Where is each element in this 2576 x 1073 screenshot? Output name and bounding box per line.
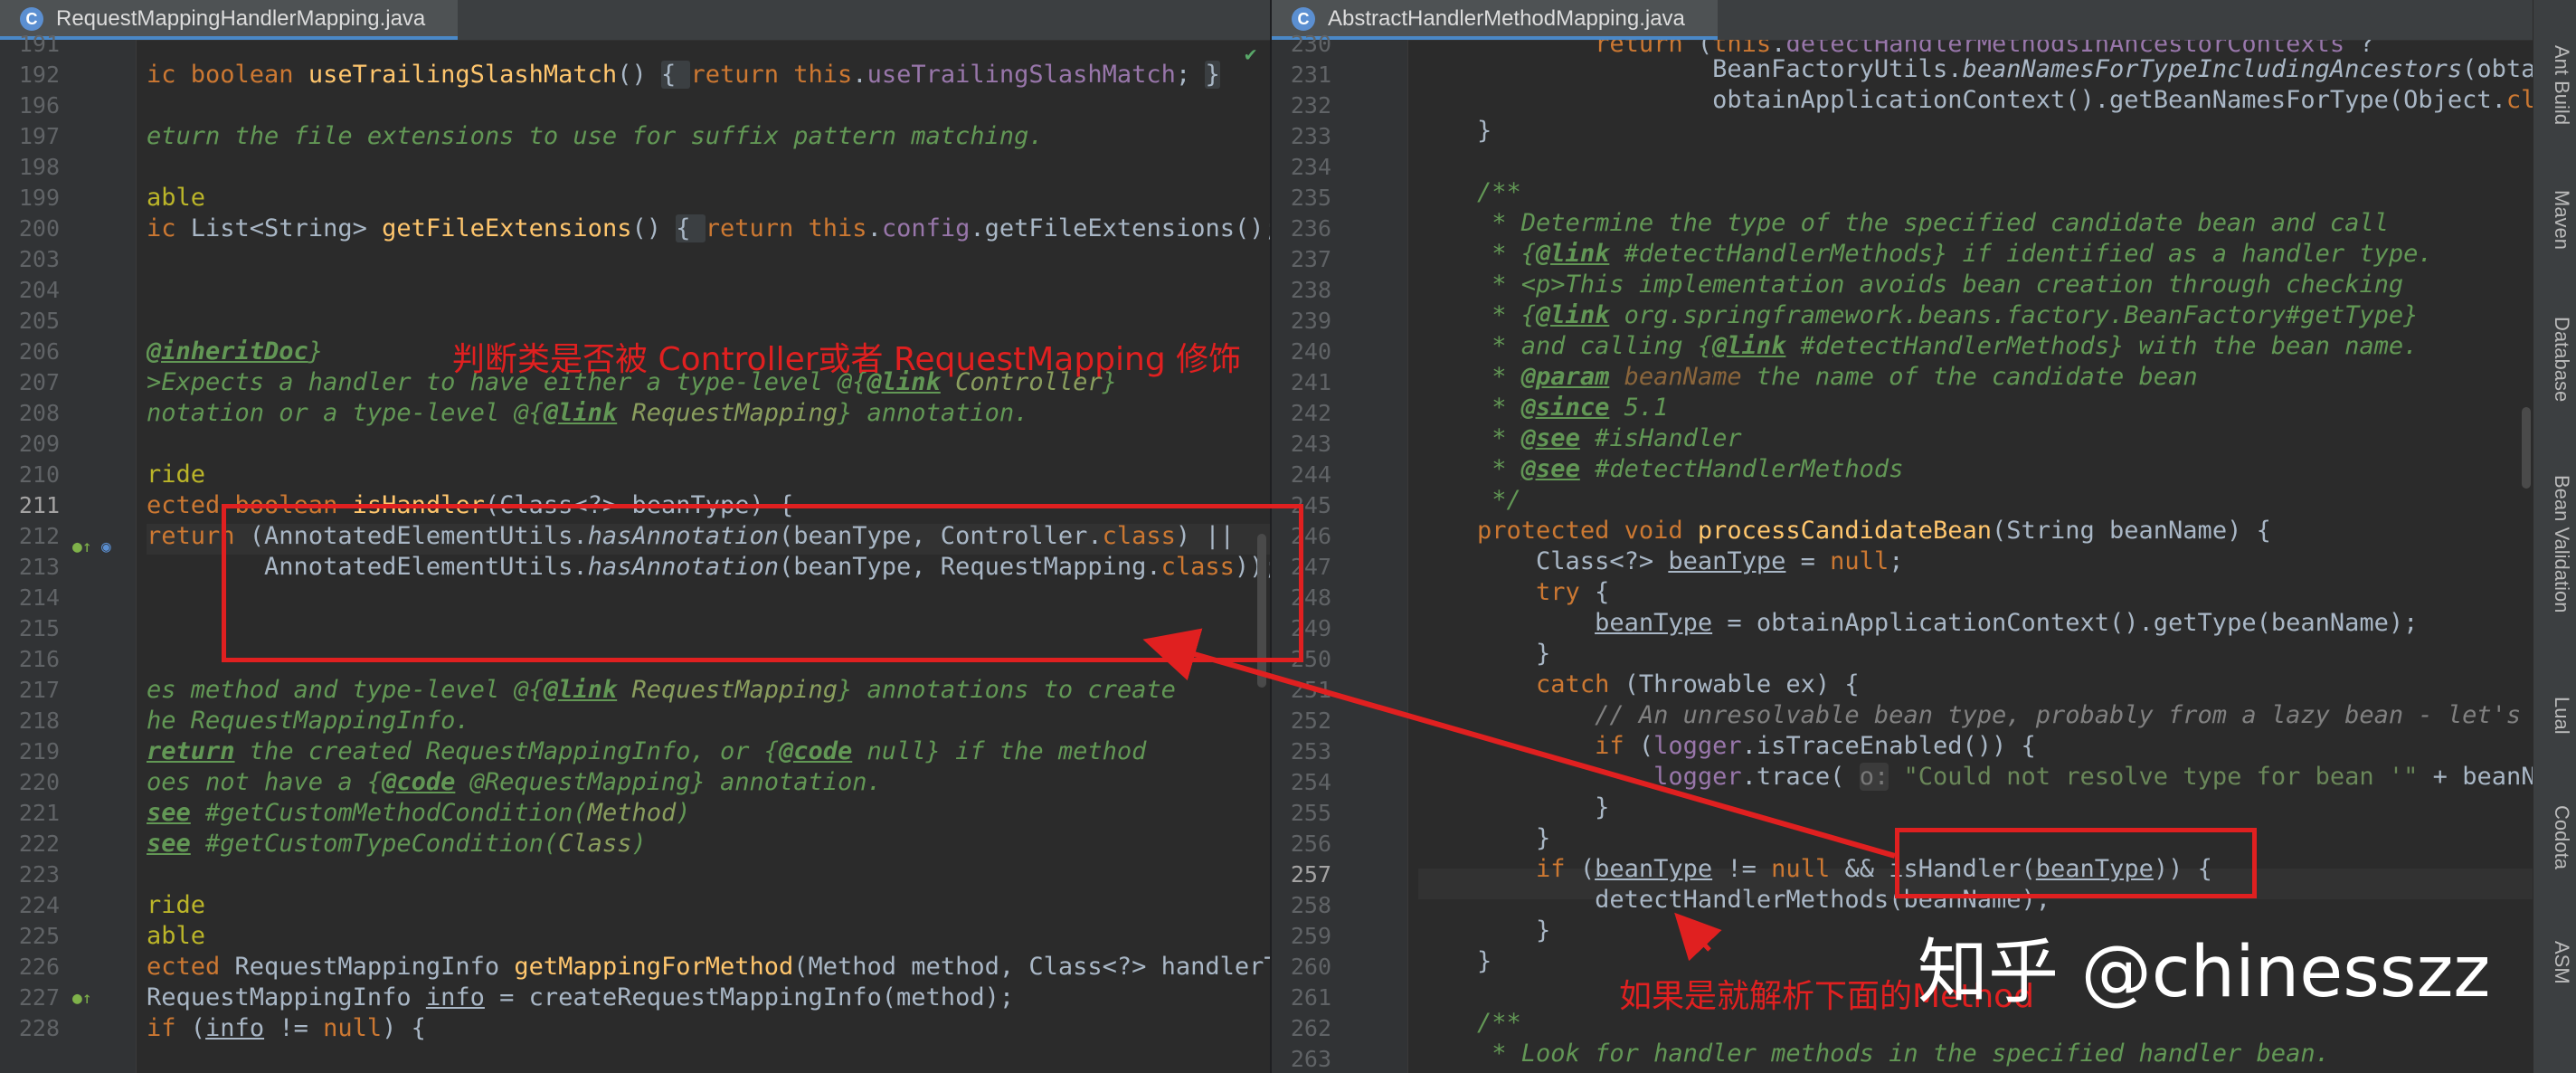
arrow-to-detect [1674, 912, 1722, 962]
watermark: 知乎 @chinesszz [1918, 932, 2491, 1013]
arrow-to-ishandler [1142, 628, 1896, 859]
annotation-arrows [1142, 628, 1896, 962]
